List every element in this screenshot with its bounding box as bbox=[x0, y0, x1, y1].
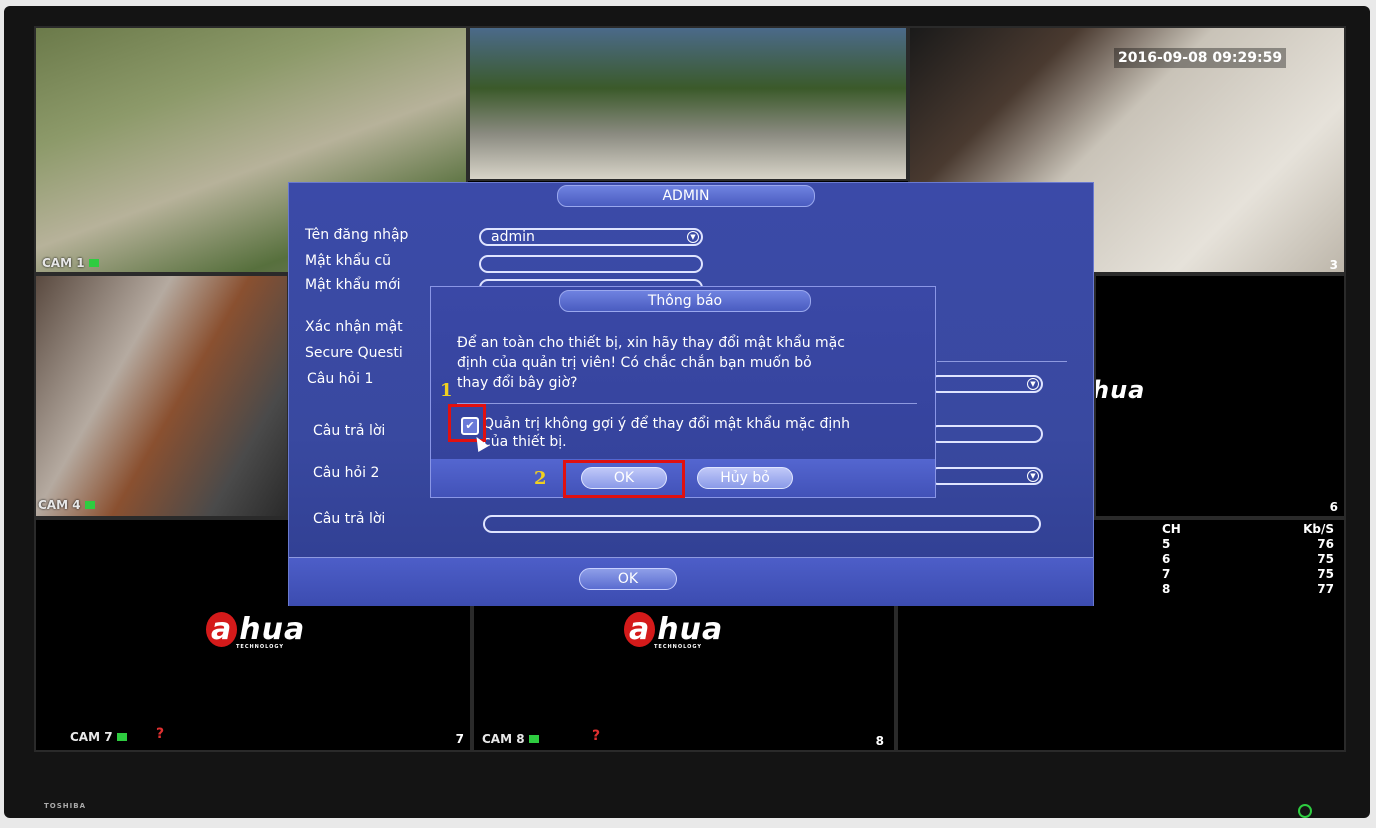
chevron-down-icon: ▼ bbox=[687, 231, 699, 243]
admin-dialog-title: ADMIN bbox=[557, 185, 815, 207]
dahua-logo: a hua TECHNOLOGY bbox=[206, 612, 305, 650]
bitrate-row: 5 76 bbox=[1162, 537, 1334, 551]
answer2-label: Câu trả lời bbox=[313, 511, 386, 527]
camera-tile-6[interactable]: hua 6 bbox=[1094, 274, 1346, 518]
bitrate-row: 8 77 bbox=[1162, 582, 1334, 596]
record-icon bbox=[528, 735, 539, 743]
dahua-logo: a hua TECHNOLOGY bbox=[624, 612, 723, 650]
old-password-field[interactable] bbox=[479, 255, 703, 273]
old-password-label: Mật khẩu cũ bbox=[305, 253, 392, 269]
tile-number: 8 bbox=[875, 734, 884, 748]
bitrate-row: 7 75 bbox=[1162, 567, 1334, 581]
answer1-field[interactable] bbox=[929, 425, 1043, 443]
camera-label: CAM 8 bbox=[482, 732, 539, 746]
record-icon bbox=[116, 733, 127, 741]
monitor-brand: TOSHIBA bbox=[44, 802, 86, 810]
tile-number: 6 bbox=[1329, 500, 1338, 514]
camera-tile-2[interactable] bbox=[468, 26, 908, 181]
bitrate-table: CH Kb/S 5 76 6 75 7 75 8 77 bbox=[1162, 522, 1334, 596]
divider bbox=[937, 361, 1067, 362]
camera-label: CAM 1 bbox=[42, 256, 99, 270]
tile-number: 3 bbox=[1329, 258, 1338, 272]
chevron-down-icon: ▼ bbox=[1027, 378, 1039, 390]
camera-label: CAM 4 bbox=[38, 498, 95, 512]
camera-label: CAM 7 bbox=[70, 730, 127, 744]
no-signal-icon: ? bbox=[156, 726, 165, 742]
bitrate-row: 6 75 bbox=[1162, 552, 1334, 566]
no-suggest-checkbox-label: Quản trị không gợi ý để thay đổi mật khẩ… bbox=[483, 416, 851, 450]
notice-message: Để an toàn cho thiết bị, xin hãy thay đổ… bbox=[457, 335, 845, 391]
divider bbox=[457, 403, 917, 404]
new-password-label: Mật khẩu mới bbox=[305, 277, 401, 293]
answer1-label: Câu trả lời bbox=[313, 423, 386, 439]
question2-label: Câu hỏi 2 bbox=[313, 465, 380, 481]
no-signal-icon: ? bbox=[592, 728, 601, 744]
camera-tile-4[interactable]: CAM 4 bbox=[34, 274, 289, 518]
confirm-password-label: Xác nhận mật bbox=[305, 319, 403, 335]
annotation-box-ok bbox=[563, 460, 685, 498]
secure-question-label: Secure Questi bbox=[305, 345, 403, 361]
question1-label: Câu hỏi 1 bbox=[307, 371, 374, 387]
admin-dialog-footer: OK bbox=[289, 557, 1093, 606]
answer2-field[interactable] bbox=[483, 515, 1041, 533]
record-icon bbox=[88, 259, 99, 267]
username-label: Tên đăng nhập bbox=[305, 227, 409, 243]
tile-number: 7 bbox=[455, 732, 464, 746]
question2-select[interactable]: ▼ bbox=[929, 467, 1043, 485]
record-icon bbox=[84, 501, 95, 509]
notice-cancel-button[interactable]: Hủy bỏ bbox=[697, 467, 793, 489]
annotation-step-2: 2 bbox=[534, 468, 547, 489]
question1-select[interactable]: ▼ bbox=[929, 375, 1043, 393]
timestamp: 2016-09-08 09:29:59 bbox=[1114, 48, 1287, 68]
annotation-step-1: 1 bbox=[440, 380, 453, 401]
power-icon[interactable] bbox=[1298, 804, 1312, 818]
dahua-logo: hua bbox=[1094, 376, 1146, 404]
username-select[interactable]: admin ▼ bbox=[479, 228, 703, 246]
chevron-down-icon: ▼ bbox=[1027, 470, 1039, 482]
notice-dialog-title: Thông báo bbox=[559, 290, 811, 312]
admin-ok-button[interactable]: OK bbox=[579, 568, 677, 590]
